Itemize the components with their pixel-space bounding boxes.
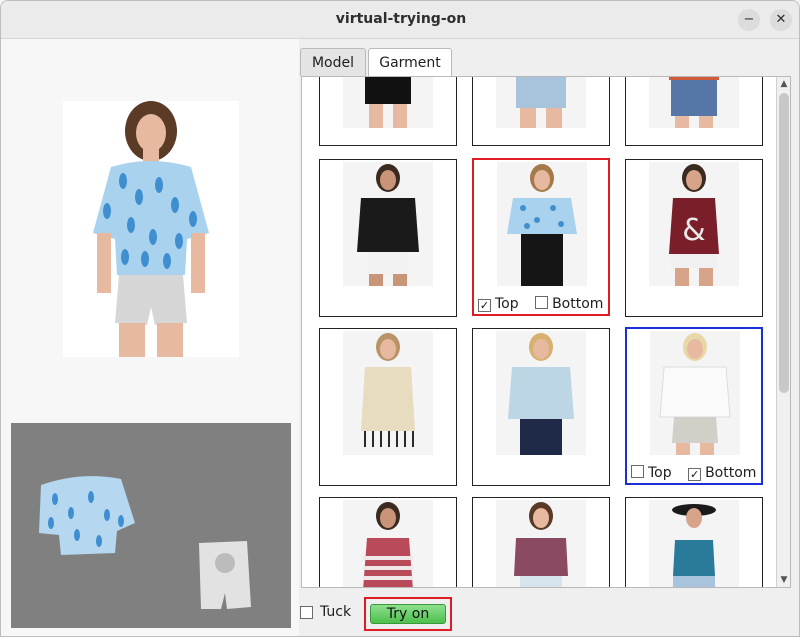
bottom-checkbox[interactable]: ✓ bbox=[688, 468, 702, 481]
try-on-button[interactable]: Try on bbox=[370, 604, 446, 624]
garment-card-selected-top[interactable]: ✓ Top Bottom bbox=[472, 158, 610, 316]
svg-text:&: & bbox=[682, 213, 705, 248]
tryon-highlight: Try on bbox=[364, 597, 452, 631]
garment-thumbnail bbox=[497, 162, 587, 286]
close-icon: ✕ bbox=[775, 12, 787, 27]
model-preview-image bbox=[63, 101, 239, 357]
scroll-down-icon[interactable]: ▼ bbox=[777, 573, 791, 587]
garment-thumbnail bbox=[343, 331, 433, 455]
tuck-checkbox[interactable] bbox=[300, 606, 313, 619]
bottom-label: Bottom bbox=[705, 465, 757, 481]
bottom-label: Bottom bbox=[552, 296, 604, 312]
bottom-checkbox[interactable] bbox=[535, 296, 549, 309]
top-checkbox[interactable]: ✓ bbox=[478, 299, 491, 312]
garment-thumbnail bbox=[343, 162, 433, 286]
garment-card[interactable] bbox=[472, 328, 610, 486]
top-checkbox[interactable] bbox=[631, 465, 644, 478]
app-window: virtual-trying-on − ✕ Model Garment ✓ To… bbox=[0, 0, 800, 637]
garment-check-options: ✓ Top Bottom bbox=[478, 296, 603, 312]
tab-garment[interactable]: Garment bbox=[368, 48, 452, 77]
top-label: Top bbox=[495, 296, 519, 312]
garment-thumbnail: & bbox=[649, 162, 739, 286]
garment-thumbnail bbox=[496, 77, 586, 128]
garment-card-selected-bottom[interactable]: Top ✓ Bottom bbox=[625, 327, 763, 485]
garment-card[interactable] bbox=[319, 497, 457, 587]
garment-card[interactable] bbox=[472, 497, 610, 587]
garment-check-options: Top ✓ Bottom bbox=[631, 465, 756, 481]
garment-thumbnail bbox=[496, 331, 586, 455]
scrollbar-thumb[interactable] bbox=[779, 93, 789, 393]
garment-card[interactable] bbox=[625, 497, 763, 587]
scroll-up-icon[interactable]: ▲ bbox=[777, 77, 791, 91]
tab-model[interactable]: Model bbox=[300, 48, 366, 76]
minimize-button[interactable]: − bbox=[738, 9, 760, 31]
garment-thumbnail bbox=[496, 500, 586, 587]
garment-card[interactable] bbox=[319, 159, 457, 317]
preview-panel bbox=[1, 39, 299, 636]
garment-thumbnail bbox=[343, 500, 433, 587]
garment-thumbnail bbox=[649, 77, 739, 128]
window-title: virtual-trying-on bbox=[335, 11, 467, 27]
tuck-label: Tuck bbox=[320, 604, 352, 620]
garment-card[interactable]: & bbox=[625, 159, 763, 317]
title-bar: virtual-trying-on − ✕ bbox=[1, 1, 799, 39]
close-button[interactable]: ✕ bbox=[770, 9, 792, 31]
gallery-scrollbar[interactable]: ▲ ▼ bbox=[776, 77, 790, 587]
garment-thumbnail bbox=[650, 331, 740, 455]
minimize-icon: − bbox=[743, 12, 755, 27]
garment-card[interactable] bbox=[625, 77, 763, 146]
garment-card[interactable] bbox=[319, 328, 457, 486]
top-label: Top bbox=[648, 465, 672, 481]
garment-preview-image bbox=[11, 423, 291, 628]
garment-card[interactable] bbox=[319, 77, 457, 146]
garment-thumbnail bbox=[649, 500, 739, 587]
garment-thumbnail bbox=[343, 77, 433, 128]
garment-card[interactable] bbox=[472, 77, 610, 146]
garment-gallery[interactable]: ✓ Top Bottom & Top ✓ Bottom bbox=[301, 76, 791, 588]
